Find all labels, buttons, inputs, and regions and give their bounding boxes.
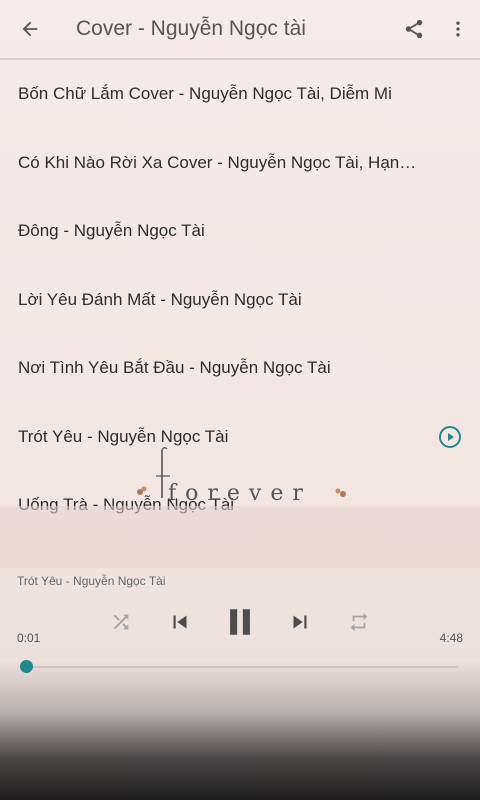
shuffle-icon (113, 614, 129, 630)
previous-button[interactable] (164, 600, 196, 644)
repeat-icon (350, 612, 368, 632)
app-screen: Cover - Nguyễn Ngọc tài Bốn Chữ Lắm Cove… (0, 0, 480, 800)
more-options-button[interactable] (436, 0, 480, 59)
song-item[interactable]: Nơi Tình Yêu Bắt Đầu - Nguyễn Ngọc Tài (0, 334, 480, 403)
page-title: Cover - Nguyễn Ngọc tài (76, 17, 306, 40)
player-shade (0, 506, 480, 568)
song-title: Có Khi Nào Rời Xa Cover - Nguyễn Ngọc Tà… (18, 152, 420, 172)
share-icon (405, 19, 423, 39)
toolbar: Cover - Nguyễn Ngọc tài (0, 0, 480, 60)
song-item[interactable]: Lời Yêu Đánh Mất - Nguyễn Ngọc Tài (0, 266, 480, 335)
share-button[interactable] (392, 0, 436, 59)
now-playing-title: Trót Yêu - Nguyễn Ngọc Tài (17, 574, 166, 588)
pause-icon (230, 609, 250, 635)
music-player: Trót Yêu - Nguyễn Ngọc Tài 0:01 4:48 (0, 568, 480, 800)
total-time: 4:48 (439, 631, 463, 645)
skip-previous-icon (173, 615, 187, 629)
song-title: Bốn Chữ Lắm Cover - Nguyễn Ngọc Tài, Diễ… (18, 84, 392, 104)
seek-thumb[interactable] (19, 660, 33, 673)
more-vert-icon (456, 21, 460, 37)
song-title: Nơi Tình Yêu Bắt Đầu - Nguyễn Ngọc Tài (18, 358, 331, 378)
repeat-button[interactable] (344, 600, 374, 644)
song-item[interactable]: Có Khi Nào Rời Xa Cover - Nguyễn Ngọc Tà… (0, 129, 480, 198)
pause-button[interactable] (222, 600, 258, 644)
forever-text: forever (168, 481, 312, 506)
song-title: Đông - Nguyễn Ngọc Tài (18, 221, 205, 241)
play-circle-icon[interactable] (438, 425, 462, 449)
song-item[interactable]: Đông - Nguyễn Ngọc Tài (0, 197, 480, 266)
next-button[interactable] (284, 600, 316, 644)
skip-next-icon (293, 615, 307, 629)
shuffle-button[interactable] (106, 600, 136, 644)
song-title: Lời Yêu Đánh Mất - Nguyễn Ngọc Tài (18, 289, 302, 309)
playback-controls (0, 600, 480, 644)
back-arrow-icon (22, 21, 38, 37)
seek-bar[interactable] (19, 660, 458, 673)
back-button[interactable] (0, 0, 60, 59)
current-time: 0:01 (17, 631, 41, 645)
song-item[interactable]: Bốn Chữ Lắm Cover - Nguyễn Ngọc Tài, Diễ… (0, 60, 480, 129)
